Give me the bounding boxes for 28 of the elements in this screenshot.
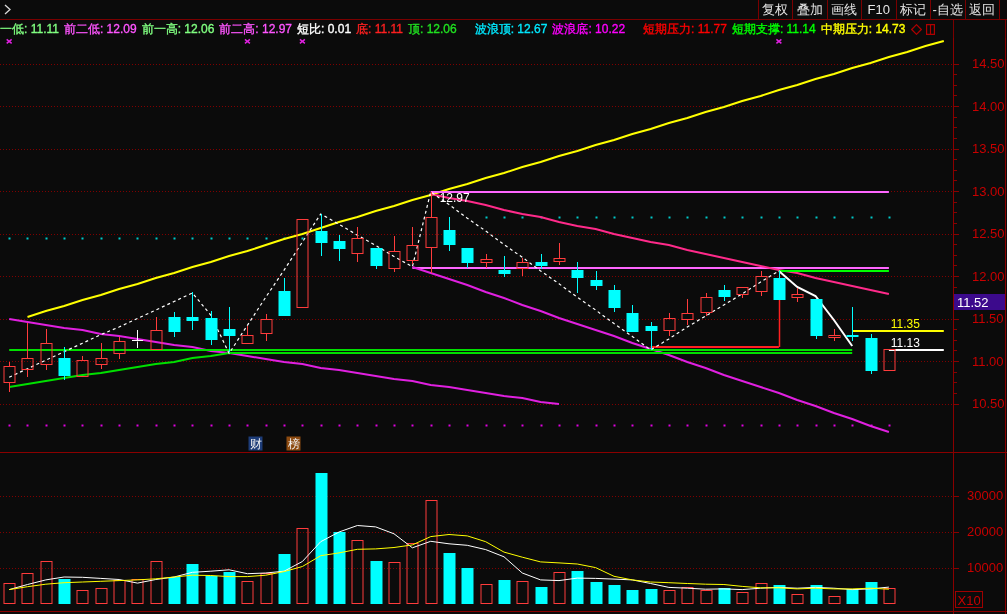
axis-label: 11.00 <box>972 353 1004 369</box>
axis-label: 13.00 <box>972 183 1005 199</box>
indicator-value: 前二低: 12.09 <box>63 22 137 36</box>
indicator-value: 波浪顶: 12.67 <box>474 22 548 36</box>
unit-label: X10 <box>955 591 983 608</box>
indicator-value: 底: 11.11 <box>356 22 403 36</box>
price-tag: 11.52 <box>954 294 1005 310</box>
axis-label: 13.50 <box>972 141 1005 156</box>
indicator-value: 短期支撑: 11.14 <box>731 22 816 36</box>
axis-label: 14.00 <box>972 98 1005 114</box>
indicator-value: 顶: 12.06 <box>408 22 457 36</box>
axis-label: 10.50 <box>972 396 1005 412</box>
axis-label: 30000 <box>967 488 1004 504</box>
axis-label: 11.50 <box>972 311 1004 327</box>
indicator-value: 一低: 11.11 <box>0 22 59 36</box>
indicator-value: 波浪底: 10.22 <box>552 22 626 36</box>
axis-label: 12.00 <box>972 268 1005 284</box>
axis-label: 20000 <box>967 524 1004 540</box>
price-label: 11.35 <box>890 317 920 332</box>
indicator-value: 前二高: 12.97 <box>219 22 293 36</box>
indicator-value: 中期压力: 14.73 <box>820 22 906 36</box>
indicator-value: 短期压力: 11.77 <box>643 22 727 36</box>
axis-label: 12.50 <box>972 226 1005 241</box>
price-label: 11.13 <box>890 336 920 350</box>
axis-label: 14.50 <box>972 56 1005 71</box>
axis-label: 10000 <box>967 560 1004 576</box>
indicator-value: 短比: 0.01 <box>297 22 352 36</box>
indicator-value: 前一高: 12.06 <box>141 22 215 36</box>
